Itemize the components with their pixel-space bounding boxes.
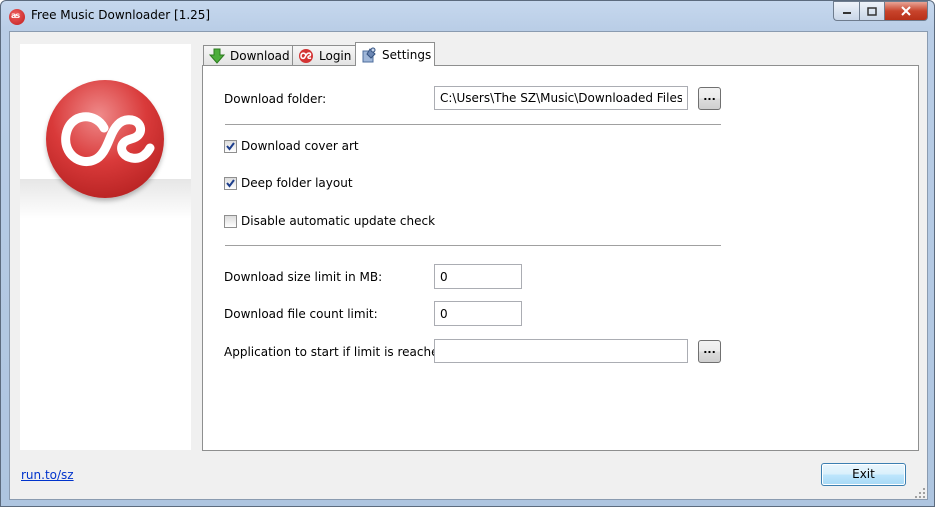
download-folder-input[interactable] <box>434 86 688 110</box>
count-limit-label: Download file count limit: <box>224 307 378 321</box>
settings-panel: Download folder: ... Download cover art … <box>202 65 919 451</box>
minimize-icon <box>842 12 851 14</box>
download-arrow-icon <box>208 48 226 64</box>
checkbox-box[interactable] <box>224 139 237 153</box>
close-icon <box>901 6 911 16</box>
cover-art-checkbox[interactable]: Download cover art <box>224 139 359 153</box>
count-limit-input[interactable] <box>434 301 522 326</box>
resize-grip-icon[interactable] <box>915 487 925 498</box>
cover-art-label: Download cover art <box>241 139 359 153</box>
window-title: Free Music Downloader [1.25] <box>31 8 211 22</box>
size-limit-input[interactable] <box>434 264 522 289</box>
tab-login[interactable]: Login <box>292 45 356 65</box>
tab-settings[interactable]: Settings <box>355 42 435 66</box>
separator <box>225 245 721 246</box>
checkmark-icon <box>226 178 235 188</box>
disable-update-label: Disable automatic update check <box>241 214 436 228</box>
lastfm-icon <box>298 48 314 64</box>
close-button[interactable] <box>885 1 928 21</box>
app-window: as Free Music Downloader [1.25] Download… <box>0 0 935 507</box>
maximize-button[interactable] <box>859 1 885 21</box>
size-limit-label: Download size limit in MB: <box>224 270 383 284</box>
title-bar[interactable]: as Free Music Downloader [1.25] <box>1 1 934 31</box>
app-start-label: Application to start if limit is reached… <box>224 345 451 359</box>
deep-folder-label: Deep folder layout <box>241 176 353 190</box>
app-icon: as <box>9 9 25 25</box>
tab-settings-label: Settings <box>382 47 432 62</box>
app-start-browse-button[interactable]: ... <box>698 340 721 363</box>
tab-download-label: Download <box>230 48 290 63</box>
checkbox-box[interactable] <box>224 214 237 228</box>
disable-update-checkbox[interactable]: Disable automatic update check <box>224 214 435 228</box>
client-area: Download Login Settings Download folder:… <box>9 31 928 500</box>
download-folder-browse-button[interactable]: ... <box>698 87 721 110</box>
exit-button[interactable]: Exit <box>821 463 906 486</box>
checkbox-box[interactable] <box>224 176 237 190</box>
minimize-button[interactable] <box>833 1 859 21</box>
tab-login-label: Login <box>319 48 352 63</box>
deep-folder-checkbox[interactable]: Deep folder layout <box>224 176 353 190</box>
separator <box>225 124 721 125</box>
checkmark-icon <box>226 141 235 151</box>
logo-panel <box>20 44 191 450</box>
lastfm-logo-icon <box>46 80 164 198</box>
maximize-icon <box>867 6 877 16</box>
tab-download[interactable]: Download <box>203 45 293 65</box>
website-link[interactable]: run.to/sz <box>21 468 74 482</box>
app-start-input[interactable] <box>434 339 688 363</box>
download-folder-label: Download folder: <box>224 92 327 106</box>
settings-icon <box>361 47 377 63</box>
